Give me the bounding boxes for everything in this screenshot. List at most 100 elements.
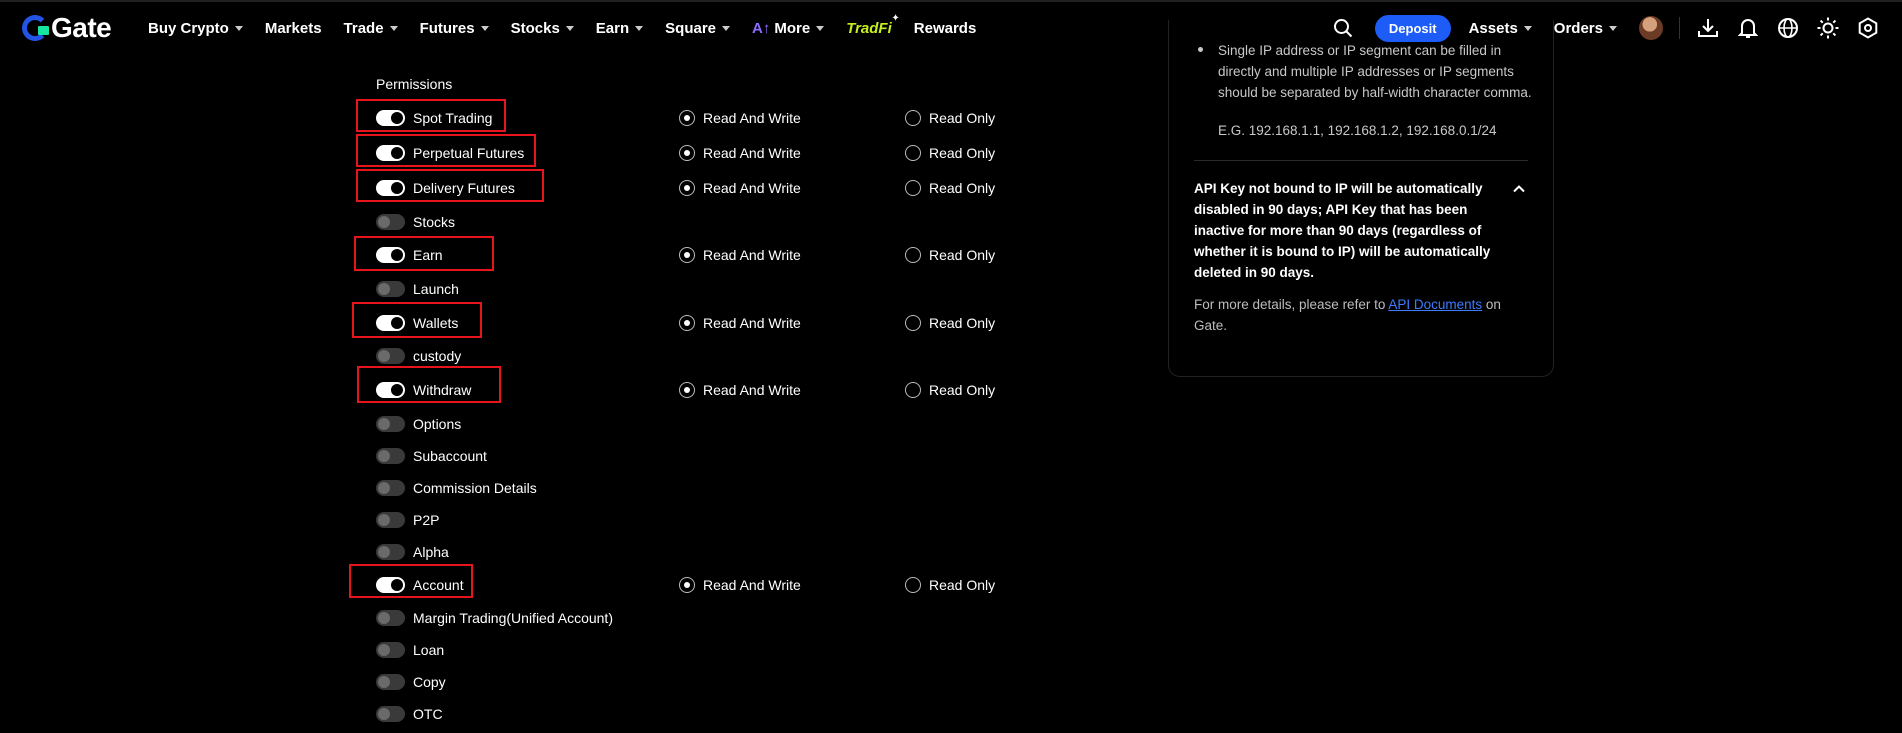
permission-label: Earn: [413, 247, 443, 263]
ai-sparkle-icon: A↑: [752, 19, 771, 37]
radio-button[interactable]: [679, 110, 695, 126]
radio-read-only-withdraw[interactable]: Read Only: [905, 378, 995, 402]
nav-item-more[interactable]: A↑ More: [752, 19, 825, 37]
nav-item-earn[interactable]: Earn: [595, 19, 644, 37]
permission-toggle-stocks[interactable]: [376, 214, 405, 230]
radio-read-write-delivery-futures[interactable]: Read And Write: [679, 176, 801, 200]
radio-button[interactable]: [905, 247, 921, 263]
permission-toggle-earn[interactable]: [376, 247, 405, 263]
radio-read-only-account[interactable]: Read Only: [905, 573, 995, 597]
radio-button[interactable]: [679, 180, 695, 196]
radio-button[interactable]: [905, 382, 921, 398]
radio-read-only-earn[interactable]: Read Only: [905, 243, 995, 267]
radio-read-write-spot-trading[interactable]: Read And Write: [679, 106, 801, 130]
user-avatar[interactable]: [1639, 16, 1663, 40]
permission-toggle-loan[interactable]: [376, 642, 405, 658]
radio-read-write-perpetual-futures[interactable]: Read And Write: [679, 141, 801, 165]
permission-row-earn: Earn: [376, 243, 443, 267]
nav-item-markets[interactable]: Markets: [265, 20, 322, 37]
permission-toggle-commission-details[interactable]: [376, 480, 405, 496]
permission-toggle-margin-trading-unified-account[interactable]: [376, 610, 405, 626]
radio-label: Read And Write: [703, 382, 801, 398]
radio-button[interactable]: [905, 180, 921, 196]
api-documents-link[interactable]: API Documents: [1388, 297, 1482, 312]
radio-read-write-wallets[interactable]: Read And Write: [679, 311, 801, 335]
radio-read-only-delivery-futures[interactable]: Read Only: [905, 176, 995, 200]
radio-label: Read Only: [929, 315, 996, 331]
radio-button[interactable]: [679, 247, 695, 263]
permission-toggle-options[interactable]: [376, 416, 405, 432]
nav-item-trade[interactable]: Trade: [344, 20, 398, 37]
radio-button[interactable]: [679, 315, 695, 331]
radio-button[interactable]: [905, 315, 921, 331]
nav-item-tradfi[interactable]: TradFi ✦: [846, 13, 900, 37]
nav-item-stocks[interactable]: Stocks: [511, 20, 574, 37]
permission-label: Spot Trading: [413, 110, 493, 126]
nav-item-square[interactable]: Square: [665, 20, 731, 37]
sparkle-icon: ✦: [891, 12, 900, 24]
sun-icon[interactable]: [1816, 16, 1840, 40]
radio-button[interactable]: [905, 145, 921, 161]
chevron-up-icon[interactable]: [1512, 182, 1526, 196]
toggle-knob: [391, 579, 403, 591]
permission-label: custody: [413, 348, 462, 364]
permission-toggle-otc[interactable]: [376, 706, 405, 722]
permission-toggle-copy[interactable]: [376, 674, 405, 690]
permission-row-withdraw: Withdraw: [376, 378, 471, 402]
nav-item-rewards[interactable]: Rewards: [914, 20, 977, 37]
radio-button[interactable]: [905, 110, 921, 126]
nav-item-label: Markets: [264, 19, 322, 37]
globe-icon[interactable]: [1776, 16, 1800, 40]
chevron-down-icon: [816, 25, 825, 31]
permission-toggle-alpha[interactable]: [376, 544, 405, 560]
permission-toggle-spot-trading[interactable]: [376, 110, 405, 126]
chevron-down-icon: [635, 25, 644, 31]
chevron-down-icon: [480, 25, 489, 31]
permission-row-wallets: Wallets: [376, 311, 458, 335]
permission-toggle-launch[interactable]: [376, 281, 405, 297]
nav-item-futures[interactable]: Futures: [420, 20, 489, 37]
radio-button[interactable]: [679, 382, 695, 398]
toggle-knob: [378, 350, 390, 362]
permission-label: Copy: [413, 674, 446, 690]
permission-toggle-wallets[interactable]: [376, 315, 405, 331]
radio-label: Read And Write: [703, 110, 801, 126]
chevron-down-icon: [565, 25, 574, 31]
radio-read-only-perpetual-futures[interactable]: Read Only: [905, 141, 995, 165]
permission-row-p2p: P2P: [376, 508, 439, 532]
radio-button[interactable]: [905, 577, 921, 593]
permission-label: Wallets: [413, 315, 459, 331]
radio-read-only-spot-trading[interactable]: Read Only: [905, 106, 995, 130]
permission-toggle-account[interactable]: [376, 577, 405, 593]
ip-example-text: E.G. 192.168.1.1, 192.168.1.2, 192.168.0…: [1218, 123, 1497, 138]
nav-item-label: Stocks: [510, 19, 560, 37]
permission-toggle-withdraw[interactable]: [376, 382, 405, 398]
permission-toggle-custody[interactable]: [376, 348, 405, 364]
permission-toggle-p2p[interactable]: [376, 512, 405, 528]
gate-logo[interactable]: Gate: [22, 12, 112, 43]
radio-button[interactable]: [679, 577, 695, 593]
bell-icon[interactable]: [1736, 16, 1760, 40]
permission-toggle-subaccount[interactable]: [376, 448, 405, 464]
nav-item-buy-crypto[interactable]: Buy Crypto: [148, 20, 243, 37]
radio-read-only-wallets[interactable]: Read Only: [905, 311, 995, 335]
radio-button[interactable]: [679, 145, 695, 161]
api-docs-prefix: For more details, please refer to: [1194, 297, 1386, 312]
permission-row-stocks: Stocks: [376, 210, 455, 234]
radio-read-write-account[interactable]: Read And Write: [679, 573, 801, 597]
permission-label: Loan: [413, 642, 445, 658]
chevron-down-icon: [1609, 25, 1617, 31]
radio-label: Read And Write: [703, 247, 801, 263]
nav-item-label: Earn: [595, 19, 630, 37]
permission-toggle-delivery-futures[interactable]: [376, 180, 405, 196]
orders-menu[interactable]: Orders: [1554, 20, 1617, 37]
radio-label: Read Only: [929, 180, 996, 196]
settings-hex-icon[interactable]: [1856, 16, 1880, 40]
top-navigation-bar: Gate Buy Crypto Markets Trade Futures Stocks…: [0, 0, 1902, 52]
radio-read-write-earn[interactable]: Read And Write: [679, 243, 801, 267]
radio-read-write-withdraw[interactable]: Read And Write: [679, 378, 801, 402]
permission-label: Delivery Futures: [413, 180, 515, 196]
permission-row-margin-trading-unified-account: Margin Trading(Unified Account): [376, 606, 613, 630]
permission-toggle-perpetual-futures[interactable]: [376, 145, 405, 161]
download-icon[interactable]: [1696, 16, 1720, 40]
